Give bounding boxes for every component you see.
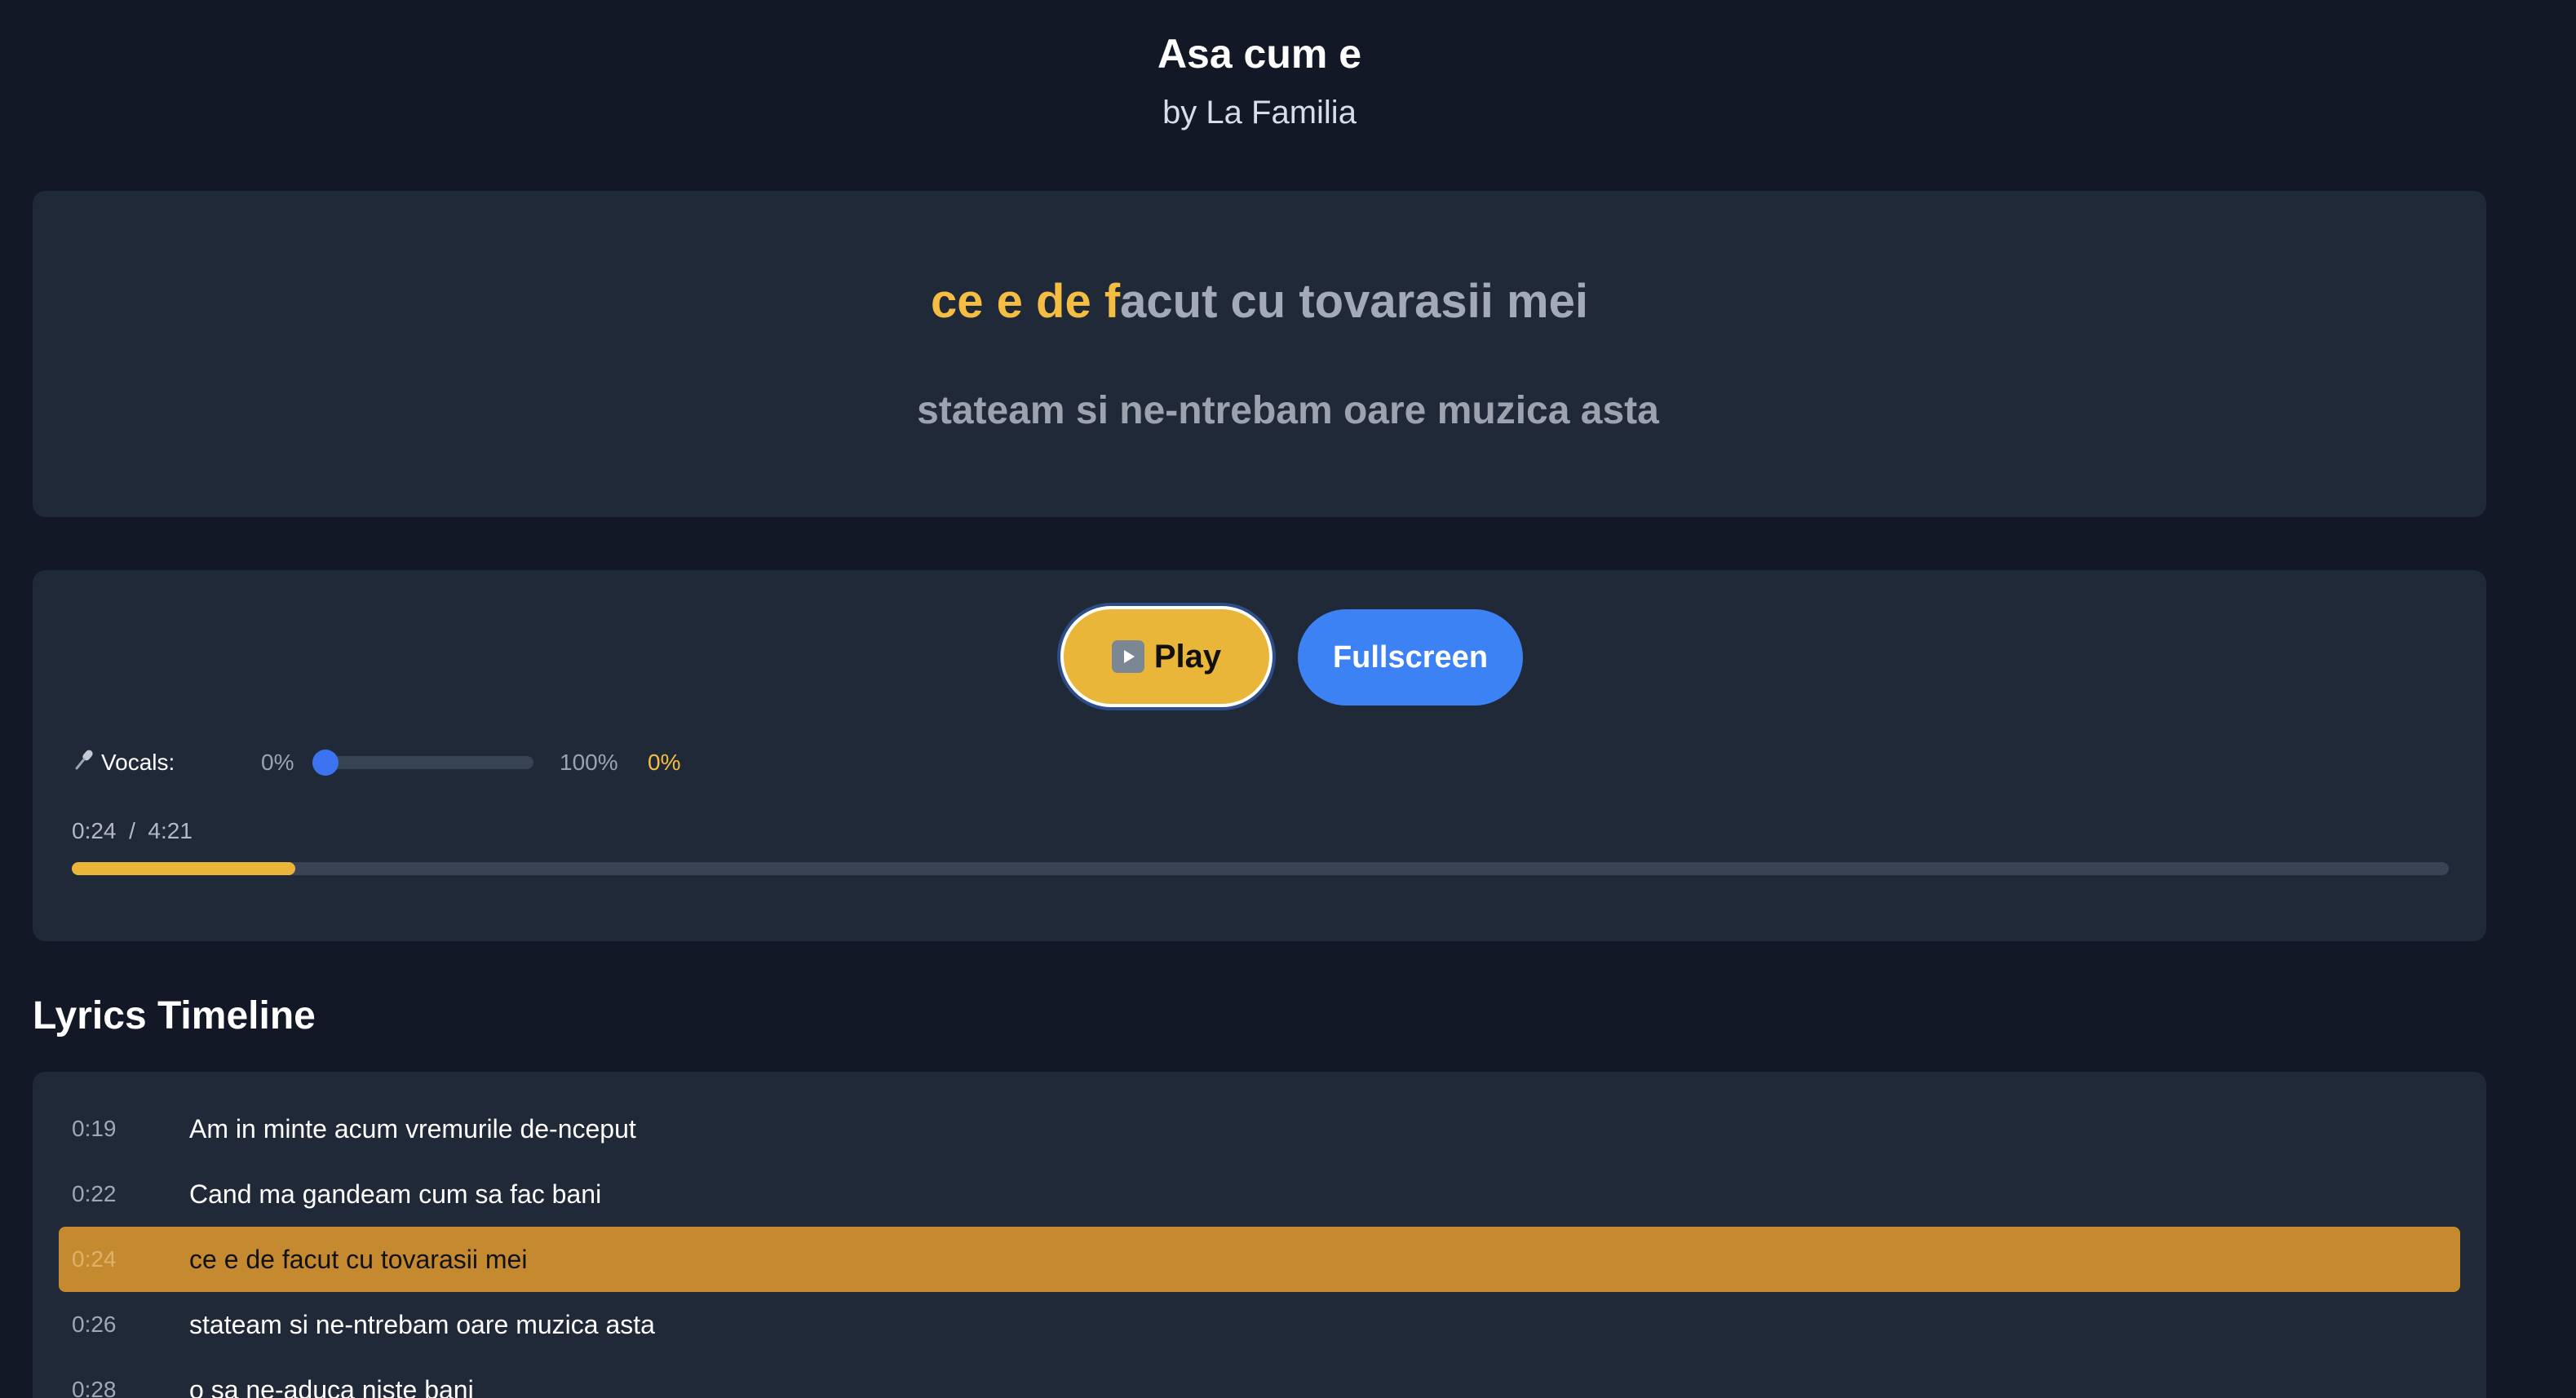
- time-separator: /: [129, 818, 135, 843]
- current-lyric-line: ce e de facut cu tovarasii mei: [33, 272, 2486, 331]
- timeline-row-time: 0:26: [72, 1312, 117, 1337]
- total-time: 4:21: [148, 818, 193, 843]
- song-header: Asa cum e by La Familia: [0, 28, 2519, 135]
- vocals-label: Vocals:: [101, 750, 175, 775]
- timeline-row-text: Cand ma gandeam cum sa fac bani: [189, 1179, 602, 1209]
- timeline-row-text: stateam si ne-ntrebam oare muzica asta: [189, 1309, 655, 1339]
- play-button-label: Play: [1153, 638, 1222, 675]
- vocals-control: Vocals: 0% 100% 0%: [72, 743, 724, 784]
- lyrics-timeline-list: 0:19 Am in minte acum vremurile de-ncepu…: [59, 1096, 2460, 1398]
- timeline-row[interactable]: 0:22 Cand ma gandeam cum sa fac bani: [59, 1161, 2460, 1227]
- vocals-slider[interactable]: [312, 750, 533, 776]
- vocals-slider-thumb[interactable]: [312, 750, 339, 776]
- timeline-row-time: 0:24: [72, 1246, 117, 1272]
- lyrics-timeline-panel: 0:19 Am in minte acum vremurile de-ncepu…: [33, 1072, 2486, 1398]
- timeline-row-text: Am in minte acum vremurile de-nceput: [189, 1113, 636, 1144]
- vocals-value: 0%: [648, 750, 681, 775]
- timeline-row-text: o sa ne-aduca niste bani: [189, 1374, 474, 1398]
- play-button[interactable]: Play: [1060, 606, 1273, 707]
- current-time: 0:24: [72, 818, 117, 843]
- lyrics-display-panel: ce e de facut cu tovarasii mei: [33, 191, 2486, 517]
- vocals-min-label: 0%: [261, 750, 294, 775]
- timeline-row-text: ce e de facut cu tovarasii mei: [189, 1244, 528, 1274]
- next-lyric-line: stateam si ne-ntrebam oare muzica asta: [917, 389, 1659, 432]
- timeline-row[interactable]: 0:26 stateam si ne-ntrebam oare muzica a…: [59, 1292, 2460, 1357]
- progress-bar-fill: [72, 862, 295, 875]
- timeline-row-time: 0:22: [72, 1181, 117, 1206]
- current-lyric-sung-part: ce e de f: [931, 275, 1121, 328]
- time-readout: 0:24 / 4:21: [72, 816, 193, 846]
- current-lyric-unsung-part: acut cu tovarasii mei: [1120, 275, 1588, 328]
- timeline-row[interactable]: 0:19 Am in minte acum vremurile de-ncepu…: [59, 1096, 2460, 1161]
- playback-controls-panel: Play Fullscreen Vocals: 0% 100% 0% 0:24 …: [33, 570, 2486, 941]
- play-icon: [1111, 640, 1144, 673]
- timeline-row-time: 0:19: [72, 1116, 117, 1141]
- vocals-max-label: 100%: [560, 750, 618, 775]
- progress-bar[interactable]: [72, 862, 2449, 875]
- fullscreen-button[interactable]: Fullscreen: [1298, 609, 1523, 706]
- timeline-row-time: 0:28: [72, 1377, 117, 1398]
- timeline-row[interactable]: 0:28 o sa ne-aduca niste bani: [59, 1357, 2460, 1398]
- timeline-row-active[interactable]: 0:24 ce e de facut cu tovarasii mei: [59, 1227, 2460, 1292]
- microphone-icon: [72, 747, 96, 772]
- lyrics-timeline-heading: Lyrics Timeline: [33, 994, 316, 1037]
- song-artist: by La Familia: [1162, 95, 1357, 131]
- song-title: Asa cum e: [1157, 31, 1362, 77]
- karaoke-player-page: Asa cum e by La Familia ce e de facut cu…: [0, 0, 2576, 1398]
